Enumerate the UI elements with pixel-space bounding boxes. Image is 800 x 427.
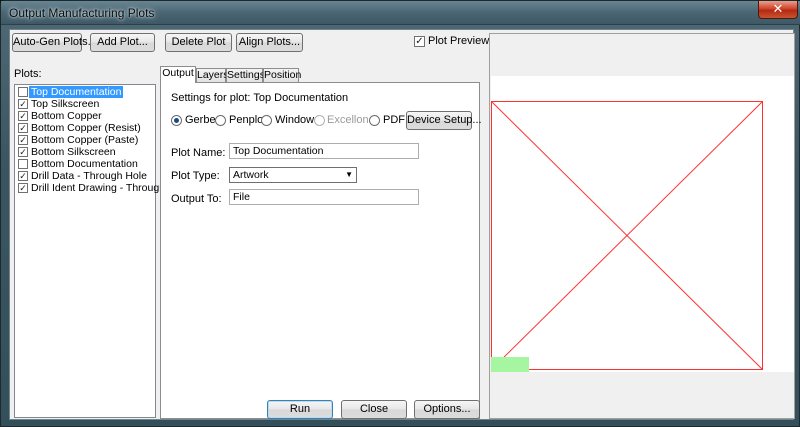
tab-position[interactable]: Position <box>263 68 301 82</box>
preview-drawing <box>491 101 763 372</box>
plot-item-label: Bottom Silkscreen <box>31 146 116 158</box>
plot-checkbox[interactable]: ✓ <box>18 171 28 181</box>
plot-item-label: Bottom Copper (Resist) <box>31 122 141 134</box>
plot-checkbox[interactable]: ✓ <box>18 123 28 133</box>
windows-label: Windows <box>275 114 320 126</box>
close-button[interactable]: Close <box>341 400 407 419</box>
output-tab-panel: Settings for plot: Top Documentation Ger… <box>160 82 482 419</box>
tab-layers[interactable]: Layers <box>196 68 229 82</box>
plots-list[interactable]: Top Documentation ✓ Top Silkscreen ✓ Bot… <box>14 84 190 418</box>
list-item[interactable]: ✓ Drill Data - Through Hole <box>17 170 153 182</box>
plot-name-label: Plot Name: <box>171 147 226 159</box>
auto-gen-plots-button[interactable]: Auto-Gen Plots... <box>12 33 97 52</box>
run-button[interactable]: Run <box>267 400 333 419</box>
preview-canvas <box>491 76 794 372</box>
plot-type-label: Plot Type: <box>171 170 220 182</box>
gerber-radio[interactable] <box>171 115 182 126</box>
delete-plot-button[interactable]: Delete Plot <box>165 33 232 52</box>
plot-preview-checkbox[interactable]: ✓ <box>414 36 425 47</box>
list-item[interactable]: ✓ Bottom Copper (Resist) <box>17 122 153 134</box>
settings-heading: Settings for plot: Top Documentation <box>171 92 349 104</box>
align-plots-button[interactable]: Align Plots... <box>236 33 303 52</box>
tab-output[interactable]: Output <box>160 66 196 83</box>
origin-marker <box>491 357 529 372</box>
divider <box>171 135 469 136</box>
list-item[interactable]: ✓ Drill Ident Drawing - Through Hole <box>17 182 190 194</box>
options-button[interactable]: Options... <box>414 400 480 419</box>
close-window-button[interactable]: ✕ <box>758 1 798 19</box>
pdf-radio[interactable] <box>369 115 380 126</box>
plot-checkbox[interactable] <box>18 159 28 169</box>
excellon-radio <box>314 115 325 126</box>
plot-checkbox[interactable]: ✓ <box>18 183 28 193</box>
plot-item-label: Bottom Copper <box>31 110 102 122</box>
plot-item-label: Top Documentation <box>29 86 124 98</box>
output-to-input[interactable]: File <box>229 189 419 205</box>
dialog-body: Auto-Gen Plots... Add Plot... Delete Plo… <box>9 29 795 420</box>
list-item[interactable]: Top Documentation <box>17 86 153 98</box>
plot-item-label: Top Silkscreen <box>31 98 100 110</box>
plot-type-value: Artwork <box>233 169 269 181</box>
plot-preview-pane <box>489 33 795 419</box>
penplot-radio[interactable] <box>215 115 226 126</box>
list-item[interactable]: Bottom Documentation <box>17 158 153 170</box>
plots-label: Plots: <box>14 68 42 80</box>
plot-item-label: Drill Data - Through Hole <box>31 170 147 182</box>
windows-radio[interactable] <box>261 115 272 126</box>
divider <box>171 105 469 106</box>
chevron-down-icon: ▼ <box>345 170 353 179</box>
pdf-label: PDF <box>383 114 405 126</box>
plot-checkbox[interactable] <box>18 87 28 97</box>
list-item[interactable]: ✓ Bottom Silkscreen <box>17 146 153 158</box>
output-to-label: Output To: <box>171 193 222 205</box>
add-plot-button[interactable]: Add Plot... <box>90 33 155 52</box>
tab-settings[interactable]: Settings <box>226 68 265 82</box>
close-icon: ✕ <box>772 1 784 16</box>
plot-checkbox[interactable]: ✓ <box>18 147 28 157</box>
plot-item-label: Bottom Documentation <box>31 158 138 170</box>
list-item[interactable]: ✓ Bottom Copper <box>17 110 153 122</box>
plot-name-input[interactable]: Top Documentation <box>229 143 419 159</box>
plot-checkbox[interactable]: ✓ <box>18 111 28 121</box>
title-bar[interactable]: Output Manufacturing Plots ✕ <box>1 1 800 25</box>
window-title: Output Manufacturing Plots <box>9 6 155 20</box>
excellon-label: Excellon <box>327 114 369 126</box>
device-setup-button[interactable]: Device Setup... <box>406 111 482 130</box>
window-frame: Output Manufacturing Plots ✕ Auto-Gen Pl… <box>0 0 800 427</box>
plot-checkbox[interactable]: ✓ <box>18 135 28 145</box>
list-item[interactable]: ✓ Top Silkscreen <box>17 98 153 110</box>
plot-checkbox[interactable]: ✓ <box>18 99 28 109</box>
plot-type-select[interactable]: Artwork ▼ <box>229 167 357 183</box>
plot-preview-label: Plot Preview <box>428 35 490 47</box>
plot-item-label: Bottom Copper (Paste) <box>31 134 139 146</box>
list-item[interactable]: ✓ Bottom Copper (Paste) <box>17 134 153 146</box>
